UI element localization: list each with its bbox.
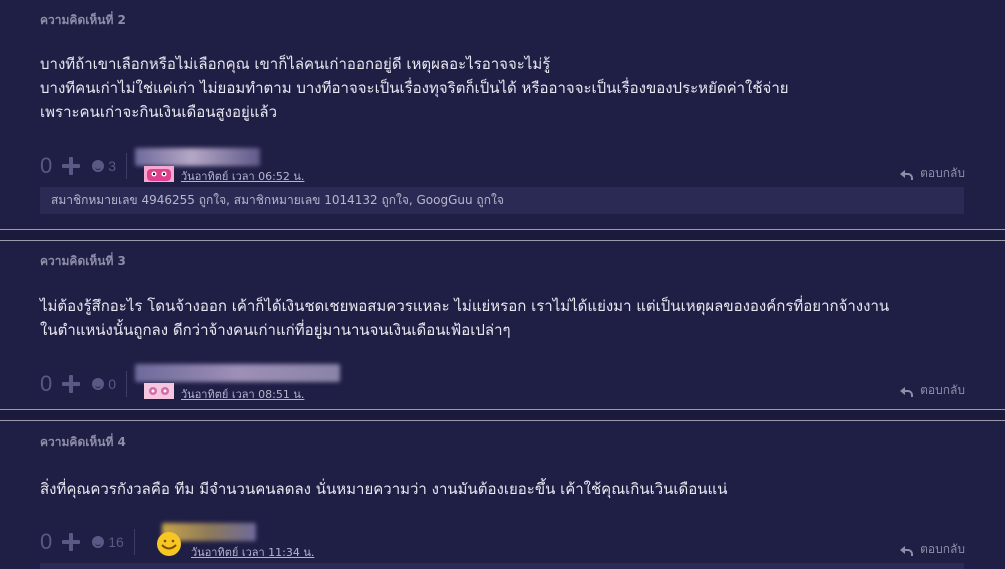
reply-icon	[900, 386, 914, 397]
blurred-username[interactable]	[135, 364, 340, 382]
comment-meta[interactable]: วันอาทิตย์ เวลา 08:51 น.	[181, 385, 304, 403]
reply-button[interactable]: ตอบกลับ	[900, 540, 965, 559]
comment-meta[interactable]: วันอาทิตย์ เวลา 06:52 น.	[181, 167, 304, 185]
plus-icon[interactable]	[62, 375, 81, 393]
comment-title: ความคิดเห็นที่ 3	[40, 254, 126, 268]
reply-icon	[900, 545, 914, 556]
emoji-icon[interactable]	[92, 378, 105, 390]
comment-title: ความคิดเห็นที่ 4	[40, 435, 126, 449]
vote-count: 0	[40, 529, 53, 554]
comment-line: ในตำแหน่งนั้นถูกลง ดีกว่าจ้างคนเก่าแก่ที…	[40, 321, 511, 339]
avatar[interactable]	[144, 383, 174, 399]
divider	[126, 371, 128, 397]
avatar[interactable]	[144, 166, 174, 182]
reply-button[interactable]: ตอบกลับ	[900, 381, 965, 400]
comment-line: บางทีถ้าเขาเลือกหรือไม่เลือกคุณ เขาก็ไล่…	[40, 55, 551, 73]
plus-icon[interactable]	[62, 157, 81, 175]
emoji-count: 3	[108, 158, 117, 174]
avatar[interactable]	[154, 531, 184, 557]
reply-label: ตอบกลับ	[920, 383, 965, 397]
reply-label: ตอบกลับ	[920, 166, 965, 180]
vote-count: 0	[40, 371, 53, 396]
reply-button[interactable]: ตอบกลับ	[900, 164, 965, 183]
divider	[133, 529, 135, 555]
comment-separator	[0, 409, 1005, 421]
comment-line: สิ่งที่คุณควรกังวลคือ ทีม มีจำนวนคนลดลง …	[40, 480, 728, 498]
likers-bar: สมาชิกหมายเลข 4946255 ถูกใจ, สมาชิกหมายเ…	[40, 187, 964, 214]
comment-body: ไม่ต้องรู้สึกอะไร โดนจ้างออก เค้าก็ได้เง…	[40, 294, 980, 342]
likers-bar	[40, 563, 964, 569]
comment-line: เพราะคนเก่าจะกินเงินเดือนสูงอยู่แล้ว	[40, 103, 278, 121]
divider	[126, 153, 128, 179]
comment-line: บางทีคนเก่าไม่ใช่แค่เก่า ไม่ยอมทำตาม บาง…	[40, 79, 789, 97]
blurred-username[interactable]	[135, 148, 260, 166]
comment-body: บางทีถ้าเขาเลือกหรือไม่เลือกคุณ เขาก็ไล่…	[40, 52, 980, 124]
vote-bar: 0 0	[40, 371, 128, 397]
vote-bar: 0 3	[40, 153, 128, 179]
emoji-icon[interactable]	[92, 536, 105, 548]
vote-bar: 0 16	[40, 529, 135, 555]
comment-title: ความคิดเห็นที่ 2	[40, 13, 126, 27]
comment-line: ไม่ต้องรู้สึกอะไร โดนจ้างออก เค้าก็ได้เง…	[40, 297, 890, 315]
emoji-count: 16	[108, 534, 124, 550]
comment-body: สิ่งที่คุณควรกังวลคือ ทีม มีจำนวนคนลดลง …	[40, 477, 980, 501]
reply-icon	[900, 169, 914, 180]
emoji-count: 0	[108, 376, 117, 392]
comment-separator	[0, 229, 1005, 241]
plus-icon[interactable]	[62, 533, 81, 551]
comment-meta[interactable]: วันอาทิตย์ เวลา 11:34 น.	[191, 543, 314, 561]
reply-label: ตอบกลับ	[920, 542, 965, 556]
emoji-icon[interactable]	[92, 160, 105, 172]
vote-count: 0	[40, 153, 53, 178]
